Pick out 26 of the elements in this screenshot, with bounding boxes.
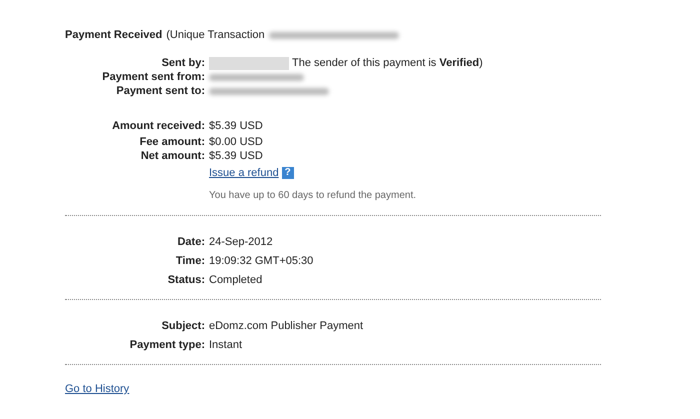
history-link[interactable]: Go to History: [65, 383, 130, 395]
field-label: Payment sent to:: [115, 85, 205, 97]
field-value: Completed: [209, 274, 262, 286]
field-value: 19:09:32 GMT+05:30: [209, 254, 314, 266]
refund-note: You have up to 60 days to refund the payment.: [209, 189, 416, 203]
field-label: Payment type:: [128, 338, 205, 350]
page-title: Payment Received: [65, 29, 162, 41]
field-label: Time:: [174, 254, 205, 266]
field-label: Status:: [166, 274, 205, 286]
transaction-label: (Unique Transaction: [166, 29, 265, 41]
field-value: eDomz.com Publisher Payment: [209, 320, 364, 332]
field-value: Instant: [209, 338, 242, 350]
field-label: Amount received:: [111, 120, 205, 132]
refund-link[interactable]: Issue a refund: [209, 166, 279, 178]
field-value: $5.39 USD: [209, 120, 263, 132]
field-label: Subject:: [160, 320, 205, 332]
verification-note: The sender of this payment is Verified): [292, 57, 483, 69]
field-value: 24-Sep-2012: [209, 236, 273, 248]
field-label: Payment sent from:: [101, 71, 205, 83]
help-icon[interactable]: ?: [282, 166, 294, 178]
field-label: Fee amount:: [138, 136, 205, 148]
field-label: Sent by:: [160, 57, 205, 69]
field-value: $5.39 USD: [209, 150, 263, 162]
field-value: $0.00 USD: [209, 136, 263, 148]
field-label: Net amount:: [140, 150, 205, 162]
field-label: Date:: [176, 236, 205, 248]
